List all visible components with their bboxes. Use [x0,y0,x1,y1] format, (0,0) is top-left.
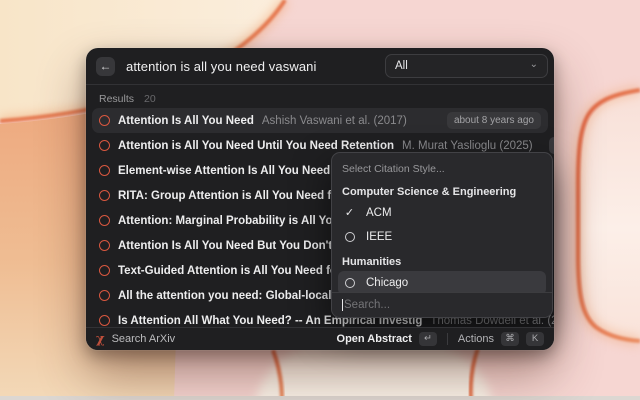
filter-value: All [395,60,408,72]
paper-circle-icon [99,265,110,276]
footer-divider [447,333,448,345]
radio-circle-icon [345,278,355,288]
popup-section-header: Humanities [342,255,542,269]
result-age-badge: 7 months ago [549,137,554,154]
popup-section-header: Computer Science & Engineering [342,185,542,199]
citation-option-acm[interactable]: ✓ ACM [338,201,546,225]
search-query-input[interactable]: attention is all you need vaswani [126,59,316,74]
paper-circle-icon [99,315,110,326]
result-row[interactable]: Attention Is All You Need Ashish Vaswani… [92,108,548,133]
text-cursor [342,299,343,311]
check-icon: ✓ [345,208,354,219]
window-footer: χ Search ArXiv Open Abstract ↵ Actions ⌘… [86,327,554,350]
popup-title: Select Citation Style... [342,163,542,175]
results-bar: Results 20 [86,85,554,108]
citation-search-input[interactable] [344,299,542,311]
search-header: ← attention is all you need vaswani All … [86,48,554,84]
result-author: Ashish Vaswani et al. (2017) [262,115,407,127]
k-key-label: K [526,332,544,346]
paper-circle-icon [99,165,110,176]
results-label: Results [99,93,134,105]
chevron-down-icon: ⌄ [530,60,538,70]
filter-dropdown[interactable]: All ⌄ [385,54,548,78]
citation-search-bar [332,292,552,317]
actions-button[interactable]: Actions [458,333,494,345]
paper-circle-icon [99,290,110,301]
paper-circle-icon [99,140,110,151]
paper-circle-icon [99,215,110,226]
result-title: Element-wise Attention Is All You Need [118,165,330,177]
footer-source-label: Search ArXiv [112,333,176,345]
citation-option-label: ACM [366,207,392,219]
result-author: M. Murat Yaslioglu (2025) [402,140,533,152]
search-window: ← attention is all you need vaswani All … [86,48,554,350]
paper-circle-icon [99,190,110,201]
cmd-key-icon: ⌘ [501,332,519,346]
citation-option-label: Chicago [366,277,408,289]
result-title: Attention is All You Need Until You Need… [118,140,394,152]
results-count: 20 [144,93,156,105]
enter-key-icon: ↵ [419,332,437,346]
paper-circle-icon [99,115,110,126]
back-arrow-icon: ← [100,59,112,73]
arxiv-logo-icon: χ [96,333,105,346]
back-button[interactable]: ← [96,57,115,76]
paper-circle-icon [99,240,110,251]
result-title: Attention Is All You Need [118,115,254,127]
citation-option-label: IEEE [366,231,392,243]
result-age-badge: about 8 years ago [447,112,541,129]
citation-style-popup: Select Citation Style... Computer Scienc… [331,152,553,318]
radio-circle-icon [345,232,355,242]
open-abstract-button[interactable]: Open Abstract [337,333,412,345]
citation-option-ieee[interactable]: IEEE [338,225,546,249]
